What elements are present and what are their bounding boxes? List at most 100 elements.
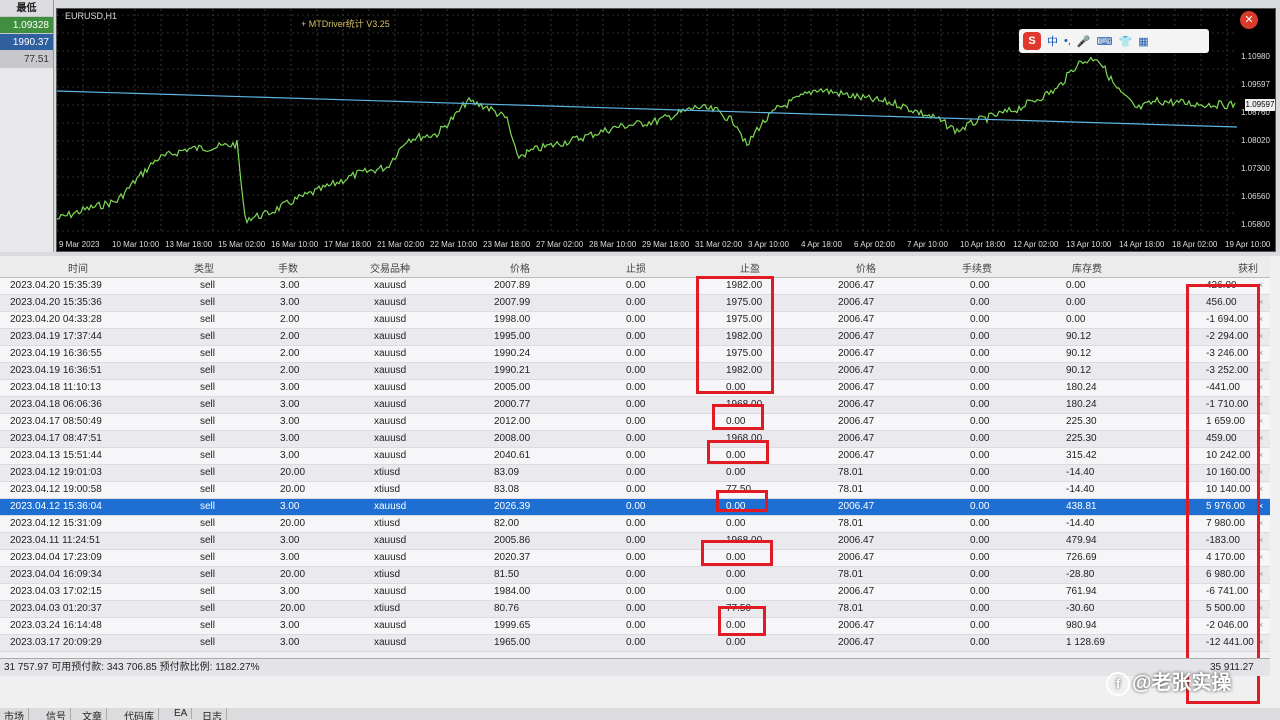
- cell-swap: -30.60: [1066, 603, 1095, 614]
- table-row[interactable]: 2023.04.17 08:50:49 sell 3.00 xauusd 2012.00…: [0, 414, 1270, 431]
- cell-symbol: xauusd: [374, 331, 407, 342]
- table-row[interactable]: 2023.04.12 19:01:03 sell 20.00 xtiusd 83.09 0…: [0, 465, 1270, 482]
- table-row[interactable]: 2023.04.13 15:51:44 sell 3.00 xauusd 2040.61…: [0, 448, 1270, 465]
- cell-time: 2023.04.19 16:36:51: [10, 365, 102, 376]
- tab-articles[interactable]: 文章: [78, 708, 107, 720]
- table-row[interactable]: 2023.04.20 15:35:36 sell 3.00 xauusd 2007.99…: [0, 295, 1270, 312]
- header-profit[interactable]: 获利: [1238, 260, 1258, 275]
- cell-sl: 0.00: [626, 603, 646, 614]
- table-row[interactable]: 2023.04.20 15:35:39 sell 3.00 xauusd 2007.89…: [0, 278, 1270, 295]
- table-row[interactable]: 2023.03.17 20:09:29 sell 3.00 xauusd 1965.00…: [0, 635, 1270, 652]
- sogou-logo-icon[interactable]: S: [1023, 32, 1041, 50]
- cell-symbol: xauusd: [374, 297, 407, 308]
- cell-symbol: xauusd: [374, 552, 407, 563]
- x-tick-label: 17 Mar 18:00: [324, 240, 372, 249]
- cell-price2: 78.01: [838, 569, 864, 580]
- table-row[interactable]: 2023.04.17 08:47:51 sell 3.00 xauusd 2008.00…: [0, 431, 1270, 448]
- cell-type: sell: [200, 518, 216, 529]
- keyboard-icon[interactable]: ⌨: [1097, 35, 1113, 48]
- table-row[interactable]: 2023.04.03 17:02:15 sell 3.00 xauusd 1984.00…: [0, 584, 1270, 601]
- cell-swap: 0.00: [1066, 314, 1086, 325]
- cell-volume: 3.00: [280, 297, 300, 308]
- cell-commission: 0.00: [970, 314, 990, 325]
- cell-swap: 180.24: [1066, 399, 1097, 410]
- header-price[interactable]: 价格: [510, 260, 530, 275]
- tab-journal[interactable]: 日志: [198, 708, 227, 720]
- header-price-current[interactable]: 价格: [856, 260, 876, 275]
- cell-tp: 0.00: [726, 569, 746, 580]
- cell-symbol: xauusd: [374, 382, 407, 393]
- cell-symbol: xauusd: [374, 399, 407, 410]
- table-row[interactable]: 2023.04.12 15:31:09 sell 20.00 xtiusd 82.00 0…: [0, 516, 1270, 533]
- tab-market[interactable]: 市场: [0, 708, 29, 720]
- table-row[interactable]: 2023.04.03 01:20:37 sell 20.00 xtiusd 80.76 0…: [0, 601, 1270, 618]
- low-price-eurusd[interactable]: 1.09328: [0, 17, 53, 34]
- table-row[interactable]: 2023.04.11 11:24:51 sell 3.00 xauusd 2005.86…: [0, 533, 1270, 550]
- table-row[interactable]: 2023.04.19 17:37:44 sell 2.00 xauusd 1995.00…: [0, 329, 1270, 346]
- ime-toolbar[interactable]: S 中 •, 🎤 ⌨ 👕 ▦: [1019, 29, 1209, 53]
- tab-code-base[interactable]: 代码库: [120, 708, 159, 720]
- close-icon[interactable]: ✕: [1240, 11, 1258, 29]
- cell-time: 2023.04.20 15:35:39: [10, 280, 102, 291]
- cell-swap: 90.12: [1066, 365, 1092, 376]
- header-symbol[interactable]: 交易品种: [370, 260, 410, 275]
- table-row[interactable]: 2023.03.24 16:14:48 sell 3.00 xauusd 1999.65…: [0, 618, 1270, 635]
- header-volume[interactable]: 手数: [278, 260, 298, 275]
- highlight-box-tp-77-a: [716, 490, 768, 512]
- low-price-xauusd[interactable]: 1990.37: [0, 34, 53, 51]
- cell-price: 2012.00: [494, 416, 531, 427]
- cell-price: 2007.89: [494, 280, 531, 291]
- cell-price2: 2006.47: [838, 586, 875, 597]
- table-row[interactable]: 2023.04.18 11:10:13 sell 3.00 xauusd 2005.00…: [0, 380, 1270, 397]
- microphone-icon[interactable]: 🎤: [1077, 35, 1091, 48]
- header-swap[interactable]: 库存费: [1072, 260, 1102, 275]
- cell-price2: 78.01: [838, 467, 864, 478]
- table-row[interactable]: 2023.04.19 16:36:51 sell 2.00 xauusd 1990.21…: [0, 363, 1270, 380]
- cell-type: sell: [200, 399, 216, 410]
- cell-volume: 3.00: [280, 620, 300, 631]
- price-chart[interactable]: 1.10980 1.09597 1.08760 1.08020 1.07300 1.065…: [56, 8, 1276, 252]
- y-tick-label: 1.05800: [1241, 220, 1270, 229]
- table-row[interactable]: 2023.04.18 06:06:36 sell 3.00 xauusd 2000.77…: [0, 397, 1270, 414]
- cell-volume: 3.00: [280, 450, 300, 461]
- cell-swap: 980.94: [1066, 620, 1097, 631]
- cell-price2: 2006.47: [838, 331, 875, 342]
- x-tick-label: 7 Apr 10:00: [907, 240, 948, 249]
- cell-volume: 3.00: [280, 399, 300, 410]
- table-row[interactable]: 2023.04.04 16:09:34 sell 20.00 xtiusd 81.50 0…: [0, 567, 1270, 584]
- cell-sl: 0.00: [626, 382, 646, 393]
- table-row[interactable]: 2023.04.04 17:23:09 sell 3.00 xauusd 2020.37…: [0, 550, 1270, 567]
- punctuation-icon[interactable]: •,: [1064, 35, 1071, 47]
- price-series-line: [57, 56, 1236, 225]
- header-stop-loss[interactable]: 止损: [626, 260, 646, 275]
- cell-volume: 3.00: [280, 280, 300, 291]
- table-row[interactable]: 2023.04.12 19:00:58 sell 20.00 xtiusd 83.08 0…: [0, 482, 1270, 499]
- toolbox-icon[interactable]: ▦: [1138, 35, 1148, 48]
- skin-icon[interactable]: 👕: [1119, 35, 1133, 48]
- cell-swap: 225.30: [1066, 433, 1097, 444]
- table-row[interactable]: 2023.04.19 16:36:55 sell 2.00 xauusd 1990.24…: [0, 346, 1270, 363]
- cell-commission: 0.00: [970, 535, 990, 546]
- weibo-logo-icon: f: [1106, 671, 1130, 696]
- cell-time: 2023.04.03 17:02:15: [10, 586, 102, 597]
- cell-price2: 78.01: [838, 484, 864, 495]
- tab-ea[interactable]: EA: [170, 708, 193, 719]
- header-commission[interactable]: 手续费: [962, 260, 992, 275]
- header-type[interactable]: 类型: [194, 260, 214, 275]
- ime-language-toggle[interactable]: 中: [1047, 33, 1058, 49]
- cell-swap: 479.94: [1066, 535, 1097, 546]
- cell-tp: 0.00: [726, 518, 746, 529]
- cell-time: 2023.04.18 06:06:36: [10, 399, 102, 410]
- cell-sl: 0.00: [626, 348, 646, 359]
- cell-price2: 78.01: [838, 518, 864, 529]
- table-row[interactable]: 2023.04.12 15:36:04 sell 3.00 xauusd 2026.39…: [0, 499, 1270, 516]
- table-row[interactable]: 2023.04.20 04:33:28 sell 2.00 xauusd 1998.00…: [0, 312, 1270, 329]
- cell-symbol: xauusd: [374, 637, 407, 648]
- low-price-xtiusd[interactable]: 77.51: [0, 51, 53, 68]
- x-tick-label: 31 Mar 02:00: [695, 240, 743, 249]
- cell-swap: -14.40: [1066, 484, 1095, 495]
- header-take-profit[interactable]: 止盈: [740, 260, 760, 275]
- cell-time: 2023.04.17 08:50:49: [10, 416, 102, 427]
- header-time[interactable]: 时间: [68, 260, 88, 275]
- tab-signals[interactable]: 信号: [42, 708, 71, 720]
